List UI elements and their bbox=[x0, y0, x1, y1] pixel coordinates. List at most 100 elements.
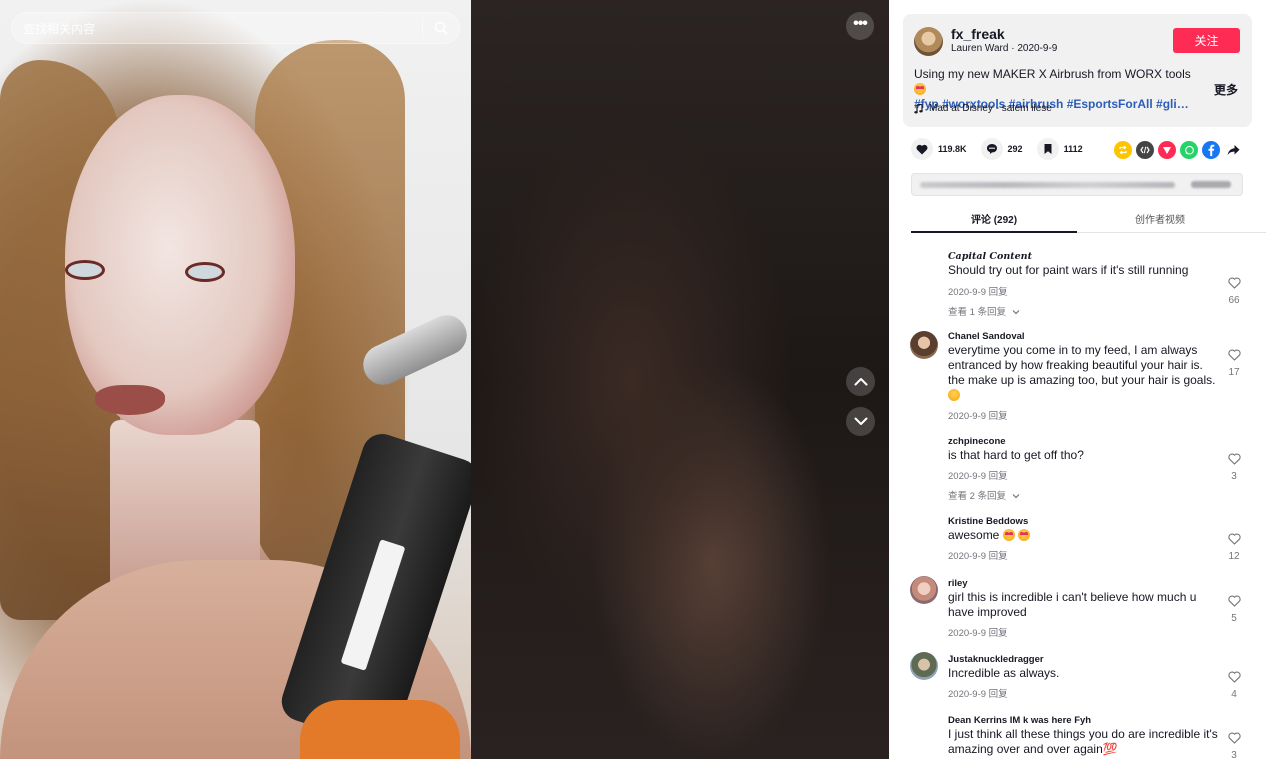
music-link[interactable]: Mad at Disney - salem ilese bbox=[914, 103, 1052, 114]
video-link-blurred bbox=[920, 181, 1175, 188]
search-icon[interactable] bbox=[423, 13, 459, 43]
follow-button[interactable]: 关注 bbox=[1173, 28, 1240, 53]
music-note-icon bbox=[914, 103, 923, 113]
comment-like-button[interactable]: 17 bbox=[1224, 348, 1244, 378]
grin-emoji-icon bbox=[948, 389, 960, 401]
more-options-icon[interactable]: ••• bbox=[846, 12, 874, 40]
comment-author[interactable]: zchpinecone bbox=[948, 436, 1006, 447]
reply-link[interactable]: 回复 bbox=[989, 551, 1008, 562]
view-replies-label: 查看 2 条回复 bbox=[948, 491, 1007, 502]
like-count: 119.8K bbox=[938, 144, 967, 154]
comment-like-count: 17 bbox=[1228, 367, 1240, 378]
whatsapp-icon[interactable] bbox=[1180, 141, 1198, 159]
heart-outline-icon bbox=[1227, 595, 1241, 607]
like-button[interactable]: 119.8K bbox=[911, 138, 967, 160]
comment-like-count: 4 bbox=[1231, 689, 1237, 700]
chevron-down-icon[interactable] bbox=[846, 407, 875, 436]
comment-author[interactable]: riley bbox=[948, 578, 968, 589]
video-content bbox=[185, 262, 225, 282]
comment-text: Incredible as always. bbox=[948, 666, 1060, 680]
comment-like-button[interactable]: 12 bbox=[1224, 532, 1244, 562]
avatar[interactable] bbox=[914, 27, 943, 56]
search-bar[interactable]: 查找相关内容 bbox=[11, 12, 460, 44]
heart-eyes-emoji-icon bbox=[1002, 529, 1015, 541]
video-content bbox=[300, 700, 460, 759]
comment-date: 2020-9-9 bbox=[948, 471, 987, 482]
tab-creator-videos[interactable]: 创作者视频 bbox=[1077, 206, 1243, 233]
reply-link[interactable]: 回复 bbox=[989, 628, 1008, 639]
view-replies-link[interactable]: 查看 1 条回复 bbox=[948, 304, 1020, 318]
author-display-name: Lauren Ward bbox=[951, 43, 1009, 54]
video-blurred-background bbox=[471, 0, 889, 759]
embed-icon[interactable] bbox=[1136, 141, 1154, 159]
comment-author[interactable]: Chanel Sandoval bbox=[948, 331, 1025, 342]
reply-link[interactable]: 回复 bbox=[989, 287, 1008, 298]
comment-like-count: 3 bbox=[1231, 471, 1237, 482]
comment-meta: 2020-9-9 回复 bbox=[948, 548, 1008, 562]
comment-text: is that hard to get off tho? bbox=[948, 448, 1084, 462]
avatar[interactable] bbox=[910, 576, 938, 604]
comment-like-button[interactable]: 5 bbox=[1224, 594, 1244, 624]
avatar[interactable] bbox=[910, 652, 938, 680]
comment-icon bbox=[980, 138, 1003, 160]
comment-text: Should try out for paint wars if it's st… bbox=[948, 263, 1189, 277]
comment-author[interactable]: Dean Kerrins IM k was here Fyh bbox=[948, 715, 1091, 726]
caption-text: Using my new MAKER X Airbrush from WORX … bbox=[914, 67, 1191, 81]
chevron-up-icon[interactable] bbox=[846, 367, 875, 396]
detail-panel: fx_freak Lauren Ward · 2020-9-9 关注 Using… bbox=[889, 0, 1266, 759]
video-content bbox=[95, 385, 165, 415]
heart-outline-icon bbox=[1227, 453, 1241, 465]
heart-outline-icon bbox=[1227, 349, 1241, 361]
chevron-down-icon bbox=[1012, 494, 1020, 499]
view-replies-link[interactable]: 查看 2 条回复 bbox=[948, 488, 1020, 502]
heart-outline-icon bbox=[1227, 533, 1241, 545]
comment-meta: 2020-9-9 回复 bbox=[948, 686, 1008, 700]
facebook-icon[interactable] bbox=[1202, 141, 1220, 159]
comment-meta: 2020-9-9 回复 bbox=[948, 625, 1008, 639]
video-content bbox=[65, 260, 105, 280]
save-button[interactable]: 1112 bbox=[1036, 138, 1083, 160]
reply-link[interactable]: 回复 bbox=[989, 689, 1008, 700]
copy-link-button[interactable] bbox=[1191, 181, 1231, 188]
comment-author[interactable]: Justaknuckledragger bbox=[948, 654, 1044, 665]
comment-author[interactable]: Capital Content bbox=[948, 251, 1032, 262]
comment-like-count: 12 bbox=[1228, 551, 1240, 562]
share-arrow-icon[interactable] bbox=[1224, 141, 1242, 159]
comment-meta: 2020-9-9 回复 bbox=[948, 408, 1008, 422]
copy-link-bar[interactable] bbox=[911, 173, 1243, 196]
search-input[interactable]: 查找相关内容 bbox=[12, 20, 422, 37]
comment-date: 2020-9-9 bbox=[948, 551, 987, 562]
comment-date: 2020-9-9 bbox=[948, 689, 987, 700]
comment-button[interactable]: 292 bbox=[980, 138, 1023, 160]
comment-text: girl this is incredible i can't believe … bbox=[948, 590, 1197, 619]
comment-like-button[interactable]: 3 bbox=[1224, 731, 1244, 759]
reply-link[interactable]: 回复 bbox=[989, 411, 1008, 422]
video-player[interactable]: 查找相关内容 ••• bbox=[0, 0, 889, 759]
comment-like-button[interactable]: 4 bbox=[1224, 670, 1244, 700]
comment-text: awesome bbox=[948, 528, 1218, 543]
friends-icon[interactable] bbox=[1158, 141, 1176, 159]
avatar[interactable] bbox=[910, 331, 938, 359]
comment-text-content: awesome bbox=[948, 528, 1000, 542]
comment-text-content: everytime you come in to my feed, I am a… bbox=[948, 343, 1216, 387]
tab-comments[interactable]: 评论 (292) bbox=[911, 206, 1077, 233]
view-replies-label: 查看 1 条回复 bbox=[948, 307, 1007, 318]
reply-link[interactable]: 回复 bbox=[989, 471, 1008, 482]
caption-more-link[interactable]: 更多 bbox=[1214, 81, 1238, 98]
author-subline: Lauren Ward · 2020-9-9 bbox=[951, 43, 1057, 54]
engagement-stats: 119.8K 292 1112 bbox=[911, 138, 1097, 160]
video-info-card: fx_freak Lauren Ward · 2020-9-9 关注 Using… bbox=[903, 14, 1252, 127]
comment-meta: 2020-9-9 回复 bbox=[948, 468, 1008, 482]
repost-icon[interactable] bbox=[1114, 141, 1132, 159]
share-icons bbox=[1114, 141, 1242, 159]
heart-eyes-emoji-icon bbox=[914, 83, 926, 95]
comment-text: I just think all these things you do are… bbox=[948, 727, 1218, 756]
comment-author[interactable]: Kristine Beddows bbox=[948, 516, 1028, 527]
comment-like-button[interactable]: 66 bbox=[1224, 276, 1244, 306]
heart-eyes-emoji-icon bbox=[1018, 529, 1031, 541]
comment-like-button[interactable]: 3 bbox=[1224, 452, 1244, 482]
tabs: 评论 (292) 创作者视频 bbox=[911, 206, 1266, 233]
save-count: 1112 bbox=[1063, 144, 1083, 154]
chevron-down-icon bbox=[1012, 310, 1020, 315]
author-username[interactable]: fx_freak bbox=[951, 26, 1005, 42]
